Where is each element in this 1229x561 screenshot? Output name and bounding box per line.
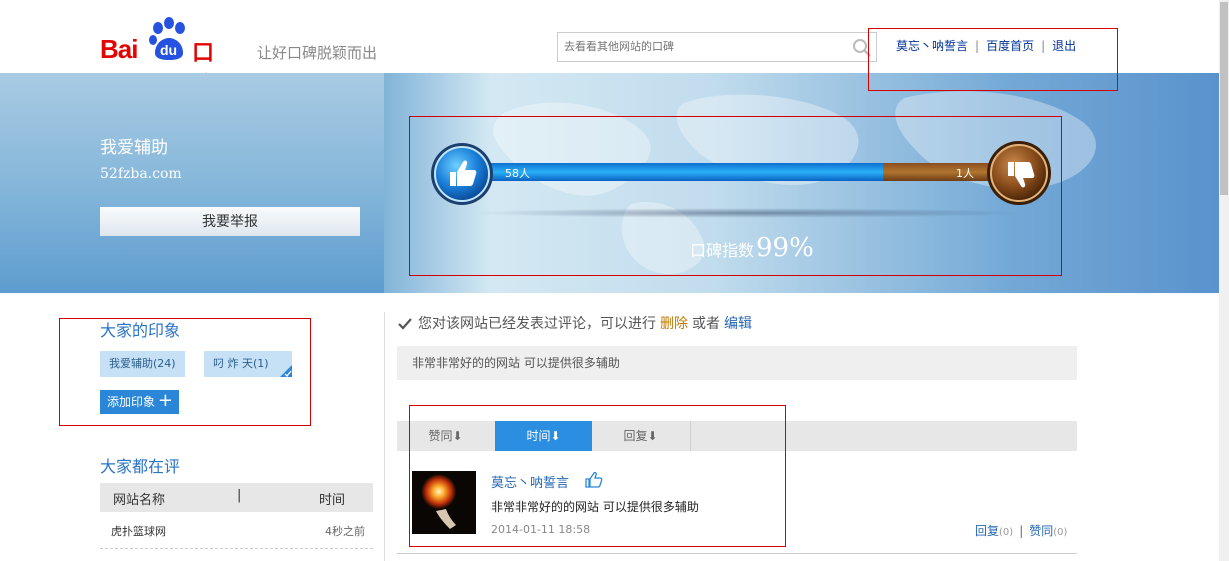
comment-divider [397,553,1077,554]
agree-count: (0) [1053,527,1068,538]
reviewing-title: 大家都在评 [100,457,181,476]
annotation-box [409,116,1062,276]
report-button[interactable]: 我要举报 [100,207,360,236]
my-comment-box: 非常非常好的的网站 可以提供很多辅助 [397,346,1077,380]
site-domain: 52fzba.com [100,166,182,182]
logo-bai-text: Bai [100,34,138,64]
annotation-box [59,318,311,426]
action-separator: | [1019,524,1024,538]
notice-or: 或者 [692,316,720,332]
annotation-box [409,405,786,547]
logo-du-text: du [159,42,178,58]
scrollbar-thumb[interactable] [1220,2,1228,195]
row-time: 4秒之前 [325,525,365,538]
col-time: 时间 [319,493,346,508]
slogan: 让好口碑脱颖而出 [257,44,378,62]
delete-link[interactable]: 删除 [660,316,688,332]
col-separator: | [237,488,242,503]
col-site-name: 网站名称 [113,493,166,508]
site-name: 我爱辅助 [100,138,168,158]
row-site-name[interactable]: 虎扑篮球网 [111,523,166,539]
reply-count: (0) [999,527,1014,538]
reviewing-table-header: 网站名称 | 时间 [100,483,373,512]
site-search-input[interactable] [558,33,844,59]
notice-text: 您对该网站已经发表过评论，可以进行 [418,316,656,332]
table-row[interactable]: 虎扑篮球网 4秒之前 [100,512,373,549]
site-info-panel: 我爱辅助 52fzba.com 我要举报 [0,73,384,293]
checkmark-icon [398,318,412,330]
already-reviewed-notice: 您对该网站已经发表过评论，可以进行 删除 或者 编辑 [418,313,752,333]
reply-link[interactable]: 回复 [975,524,999,538]
annotation-box [868,28,1118,91]
column-divider [384,312,385,561]
comment-actions: 回复(0) | 赞同(0) [975,522,1067,539]
site-search-box [557,32,877,62]
agree-link[interactable]: 赞同 [1029,524,1053,538]
edit-link[interactable]: 编辑 [724,316,752,332]
